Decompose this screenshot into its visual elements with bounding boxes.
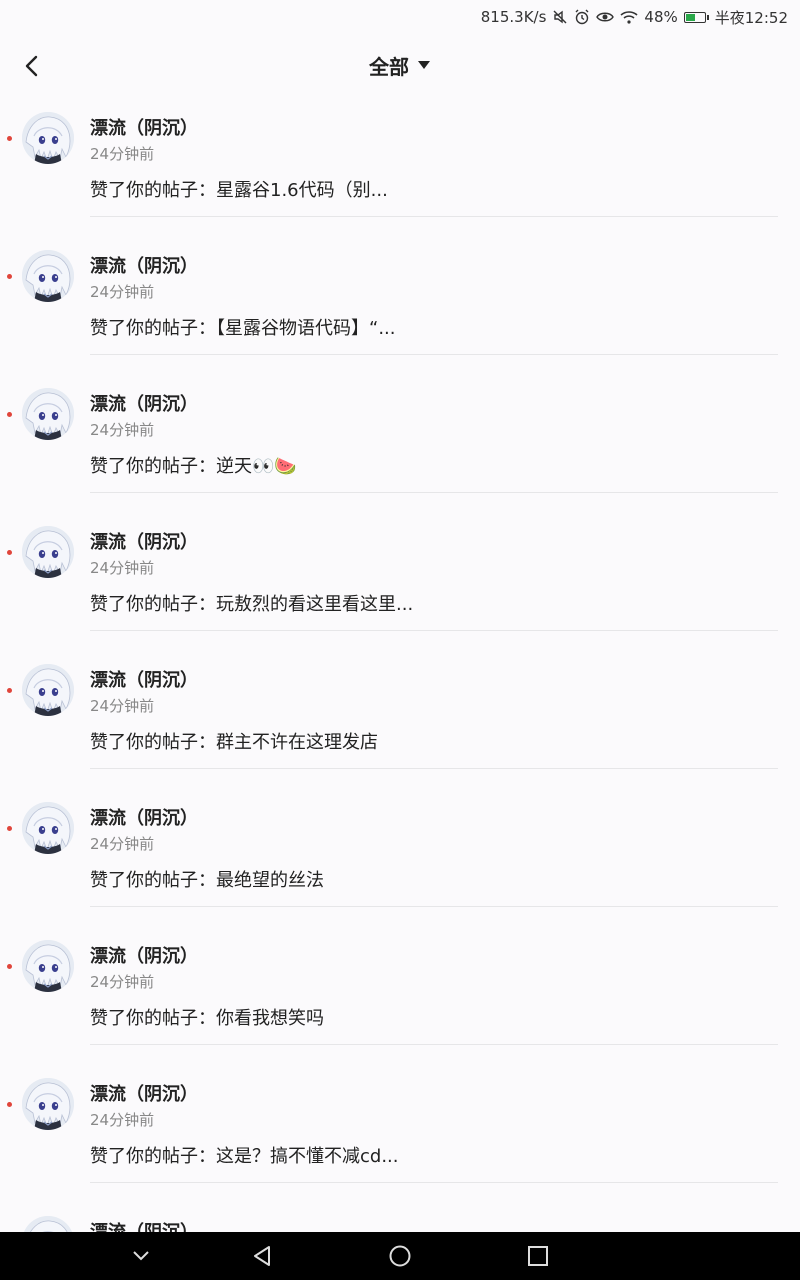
user-name[interactable]: 漂流（阴沉）	[90, 114, 198, 140]
unread-dot	[7, 826, 12, 831]
status-bar: 815.3K/s 48% 半夜12:52	[0, 0, 800, 34]
user-name[interactable]: 漂流（阴沉）	[90, 804, 198, 830]
avatar[interactable]	[22, 526, 74, 578]
eye-icon	[596, 9, 615, 25]
avatar[interactable]	[22, 112, 74, 164]
notification-item[interactable]: 漂流（阴沉） 24分钟前 赞了你的帖子：群主不许在这理发店	[0, 652, 800, 790]
divider	[90, 1044, 778, 1045]
notification-item[interactable]: 漂流（阴沉）	[0, 1204, 800, 1232]
triangle-back-icon	[254, 1246, 270, 1266]
timestamp: 24分钟前	[90, 697, 155, 715]
timestamp: 24分钟前	[90, 1111, 155, 1129]
user-name[interactable]: 漂流（阴沉）	[90, 1218, 198, 1232]
avatar[interactable]	[22, 940, 74, 992]
timestamp: 24分钟前	[90, 421, 155, 439]
unread-dot	[7, 136, 12, 141]
mute-icon	[552, 9, 568, 25]
divider	[90, 906, 778, 907]
unread-dot	[7, 1102, 12, 1107]
notification-item[interactable]: 漂流（阴沉） 24分钟前 赞了你的帖子：最绝望的丝法	[0, 790, 800, 928]
user-name[interactable]: 漂流（阴沉）	[90, 1080, 198, 1106]
user-name[interactable]: 漂流（阴沉）	[90, 528, 198, 554]
alarm-icon	[574, 9, 590, 25]
timestamp: 24分钟前	[90, 145, 155, 163]
timestamp: 24分钟前	[90, 283, 155, 301]
notification-list: 漂流（阴沉） 24分钟前 赞了你的帖子：星露谷1.6代码（别... 漂流（阴沉）…	[0, 100, 800, 1232]
user-name[interactable]: 漂流（阴沉）	[90, 252, 198, 278]
top-bar: 全部	[0, 34, 800, 96]
navigation-bar	[0, 1232, 800, 1280]
home-nav-button[interactable]	[385, 1241, 415, 1271]
unread-dot	[7, 412, 12, 417]
hide-nav-button[interactable]	[126, 1241, 156, 1271]
divider	[90, 768, 778, 769]
notification-item[interactable]: 漂流（阴沉） 24分钟前 赞了你的帖子：星露谷1.6代码（别...	[0, 100, 800, 238]
divider	[90, 630, 778, 631]
chevron-down-icon	[133, 1251, 149, 1261]
avatar[interactable]	[22, 1078, 74, 1130]
back-nav-button[interactable]	[247, 1241, 277, 1271]
network-speed: 815.3K/s	[480, 8, 547, 26]
notification-text[interactable]: 赞了你的帖子：玩敖烈的看这里看这里...	[90, 590, 413, 616]
notification-text[interactable]: 赞了你的帖子：星露谷1.6代码（别...	[90, 176, 388, 202]
unread-dot	[7, 274, 12, 279]
notification-item[interactable]: 漂流（阴沉） 24分钟前 赞了你的帖子：逆天👀🍉	[0, 376, 800, 514]
notification-text[interactable]: 赞了你的帖子：你看我想笑吗	[90, 1004, 324, 1030]
avatar[interactable]	[22, 250, 74, 302]
notification-text[interactable]: 赞了你的帖子：群主不许在这理发店	[90, 728, 378, 754]
filter-label: 全部	[369, 54, 409, 79]
back-arrow-icon	[25, 55, 38, 77]
avatar[interactable]	[22, 802, 74, 854]
avatar[interactable]	[22, 388, 74, 440]
avatar[interactable]	[22, 1216, 74, 1232]
notification-text[interactable]: 赞了你的帖子：【星露谷物语代码】“...	[90, 314, 396, 340]
notification-item[interactable]: 漂流（阴沉） 24分钟前 赞了你的帖子：你看我想笑吗	[0, 928, 800, 1066]
timestamp: 24分钟前	[90, 835, 155, 853]
filter-dropdown[interactable]: 全部	[369, 51, 431, 80]
notification-text[interactable]: 赞了你的帖子：逆天👀🍉	[90, 452, 297, 478]
recents-nav-button[interactable]	[523, 1241, 553, 1271]
user-name[interactable]: 漂流（阴沉）	[90, 942, 198, 968]
unread-dot	[7, 550, 12, 555]
notification-text[interactable]: 赞了你的帖子：这是？搞不懂不减cd...	[90, 1142, 399, 1168]
user-name[interactable]: 漂流（阴沉）	[90, 666, 198, 692]
notification-item[interactable]: 漂流（阴沉） 24分钟前 赞了你的帖子：这是？搞不懂不减cd...	[0, 1066, 800, 1204]
circle-home-icon	[389, 1245, 411, 1267]
divider	[90, 492, 778, 493]
unread-dot	[7, 688, 12, 693]
battery-fill	[685, 13, 696, 21]
back-button[interactable]	[12, 46, 52, 86]
user-name[interactable]: 漂流（阴沉）	[90, 390, 198, 416]
divider	[90, 354, 778, 355]
battery-icon	[683, 11, 709, 23]
divider	[90, 216, 778, 217]
clock: 半夜12:52	[714, 8, 788, 27]
notification-item[interactable]: 漂流（阴沉） 24分钟前 赞了你的帖子：玩敖烈的看这里看这里...	[0, 514, 800, 652]
unread-dot	[7, 964, 12, 969]
timestamp: 24分钟前	[90, 559, 155, 577]
square-recents-icon	[528, 1246, 548, 1266]
battery-percent: 48%	[644, 8, 678, 26]
notification-text[interactable]: 赞了你的帖子：最绝望的丝法	[90, 866, 324, 892]
notification-item[interactable]: 漂流（阴沉） 24分钟前 赞了你的帖子：【星露谷物语代码】“...	[0, 238, 800, 376]
caret-down-icon	[418, 61, 430, 69]
divider	[90, 1182, 778, 1183]
avatar[interactable]	[22, 664, 74, 716]
wifi-icon	[620, 9, 638, 25]
timestamp: 24分钟前	[90, 973, 155, 991]
